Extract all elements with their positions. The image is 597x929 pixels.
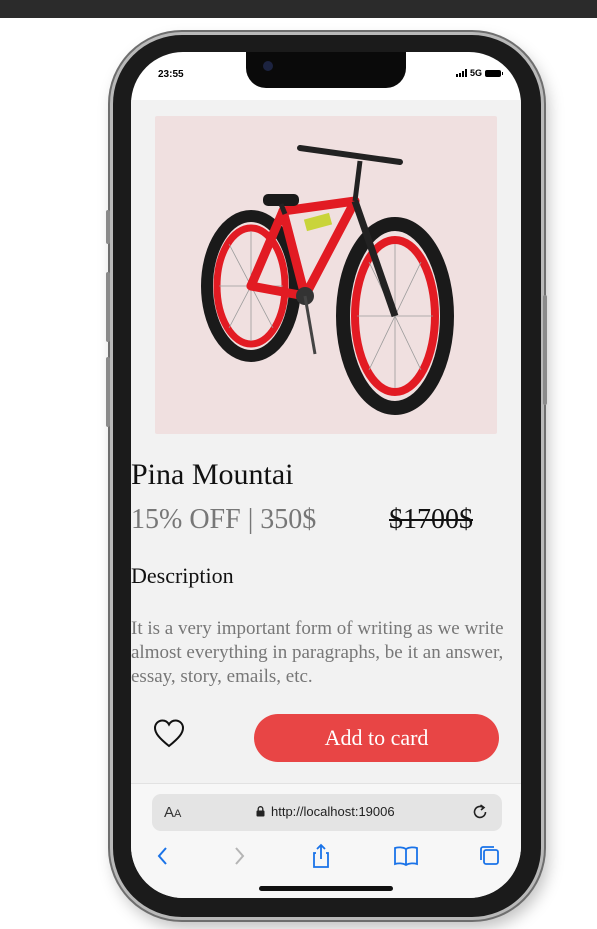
signal-icon (455, 69, 467, 77)
add-to-cart-button[interactable]: Add to card (254, 714, 499, 762)
home-indicator (259, 886, 393, 891)
description-heading: Description (131, 563, 234, 588)
text-size-small-label: A (174, 808, 182, 820)
back-icon[interactable] (149, 842, 177, 870)
browser-toolbar: AA http://localhost:19006 (131, 783, 521, 898)
reload-icon[interactable] (470, 802, 490, 822)
product-image (155, 116, 497, 434)
phone-screen: 23:55 5G Pina Mountai 15% OFF | 350$ $17… (131, 52, 521, 898)
description-text: It is a very important form of writing a… (131, 618, 504, 687)
product-detail: Pina Mountai 15% OFF | 350$ $1700$ Descr… (131, 100, 521, 783)
url-display[interactable]: http://localhost:19006 (256, 804, 395, 819)
window-top-bar (0, 0, 597, 18)
heart-icon[interactable] (153, 718, 185, 750)
product-price: 15% OFF | 350$ (131, 504, 317, 535)
bicycle-icon (201, 145, 454, 415)
power-button (543, 295, 547, 405)
dynamic-island (246, 52, 406, 88)
status-indicators: 5G (455, 68, 503, 78)
network-label: 5G (469, 68, 482, 78)
forward-icon[interactable] (225, 842, 253, 870)
browser-nav (131, 842, 521, 874)
text-size-button[interactable]: AA (164, 804, 181, 821)
status-time: 23:55 (158, 69, 184, 80)
camera-icon (263, 61, 273, 71)
bookmarks-icon[interactable] (392, 842, 420, 870)
lock-icon (256, 806, 265, 817)
tabs-icon[interactable] (476, 842, 504, 870)
url-text: http://localhost:19006 (271, 804, 395, 819)
text-size-large-label: A (164, 804, 175, 821)
battery-icon (485, 69, 503, 77)
mute-switch (106, 210, 110, 244)
address-bar[interactable]: AA http://localhost:19006 (152, 794, 502, 831)
original-price: $1700$ (389, 504, 473, 535)
product-title: Pina Mountai (131, 458, 294, 491)
share-icon[interactable] (307, 842, 335, 870)
volume-up-button (106, 272, 110, 342)
volume-down-button (106, 357, 110, 427)
